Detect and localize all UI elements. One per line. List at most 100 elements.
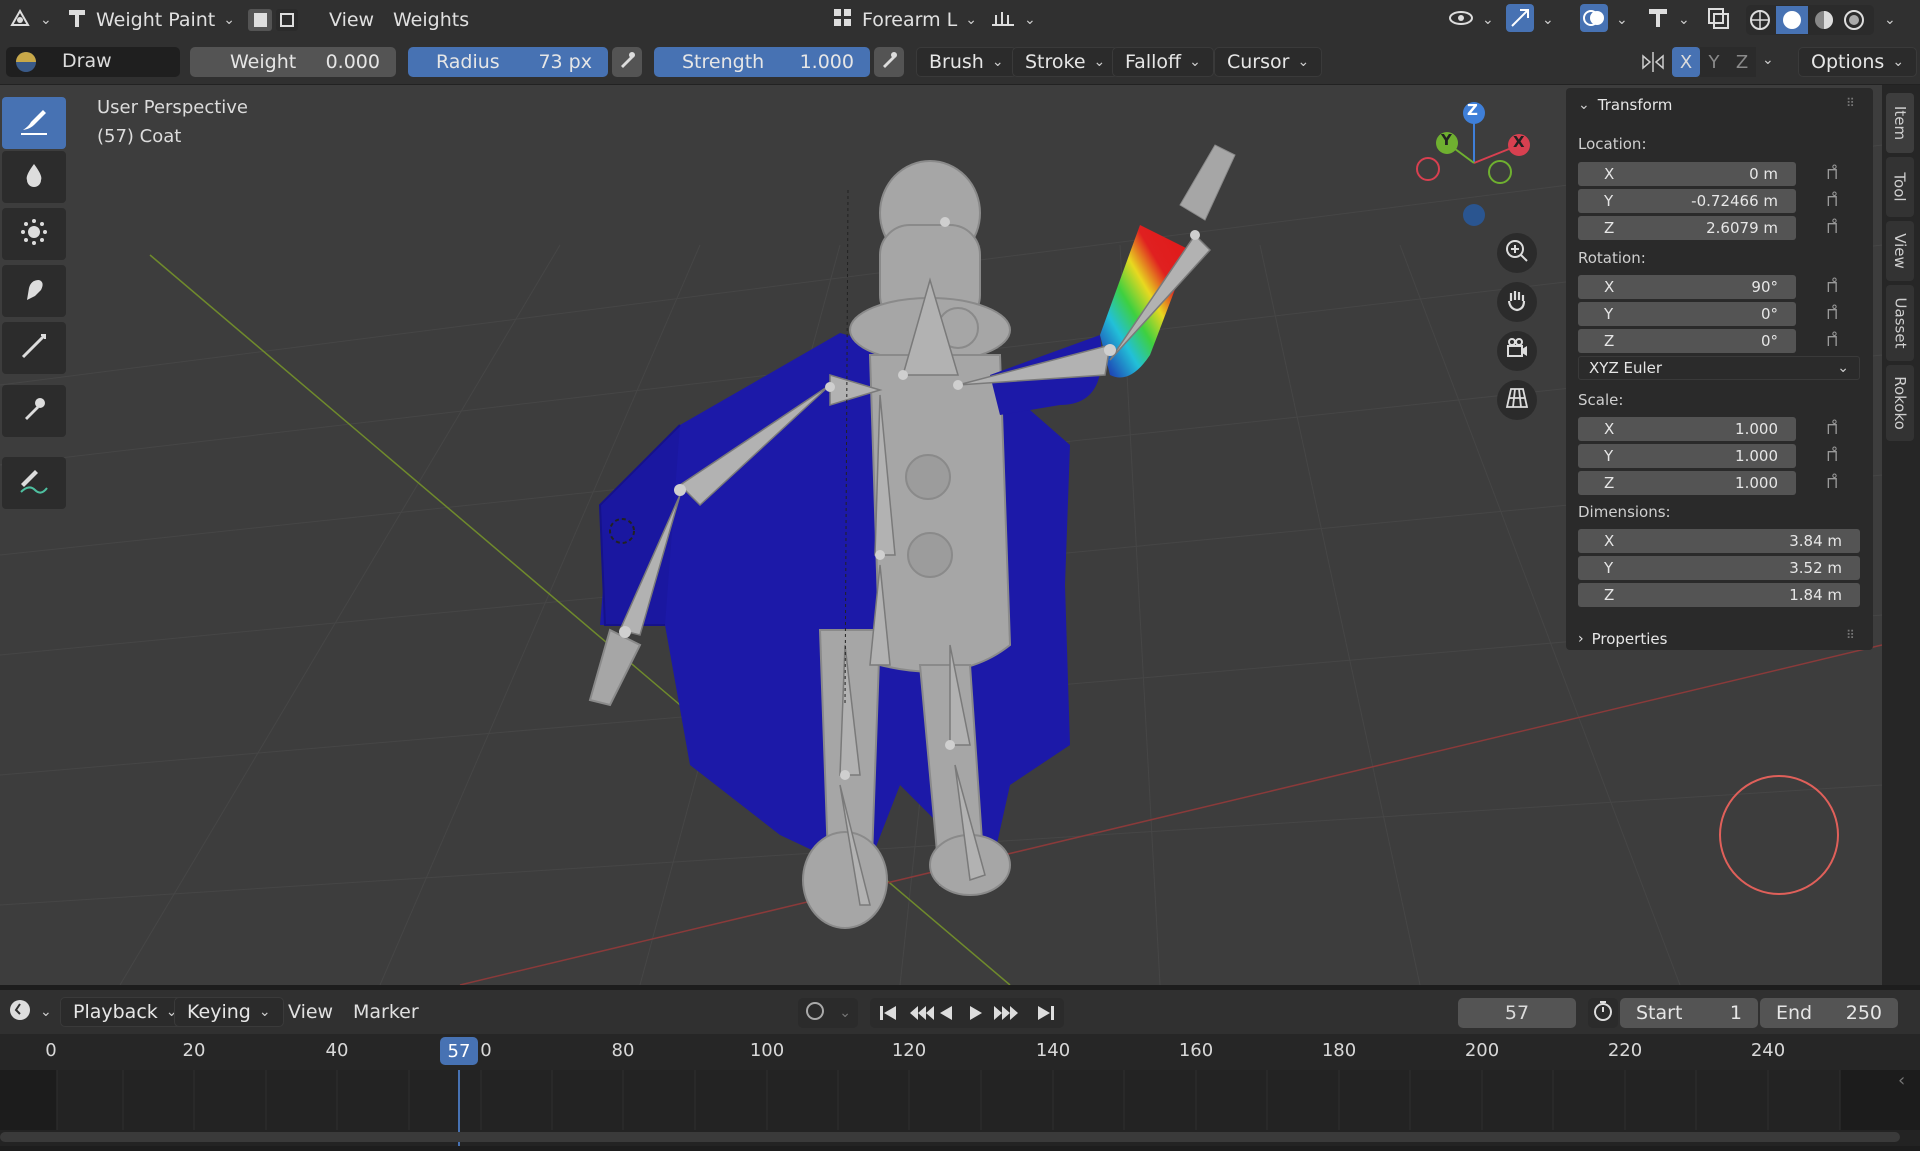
lock-icon[interactable]: ⊓̊	[1826, 473, 1838, 492]
blur-tool[interactable]	[2, 151, 66, 203]
tool-settings-bar: Draw Weight 0.000 Radius 73 px Strength …	[0, 40, 1920, 85]
radius-label: Radius	[436, 51, 500, 73]
transform-panel-header[interactable]: ⌄ Transform	[1578, 96, 1672, 114]
jump-to-keyframe-back-button[interactable]	[902, 998, 936, 1028]
strength-field[interactable]: Strength 1.000	[654, 47, 870, 77]
dimension-z-field[interactable]: Z 1.84 m	[1578, 583, 1860, 607]
timeline-menu-view[interactable]: View	[288, 996, 333, 1028]
timeline-ruler[interactable]: 0 20 40 0 80 100 120 140 160 180 200 220…	[0, 1034, 1920, 1070]
gizmo-toggle[interactable]: ⌄	[1506, 3, 1554, 36]
brush-selector[interactable]: Draw	[6, 47, 180, 77]
menu-view[interactable]: View	[329, 4, 374, 36]
location-z-field[interactable]: Z 2.6079 m	[1578, 216, 1796, 240]
play-reverse-button[interactable]	[938, 998, 968, 1028]
tab-view[interactable]: View	[1886, 221, 1914, 281]
pan-button[interactable]	[1497, 282, 1537, 322]
falloff-menu[interactable]: Falloff ⌄	[1112, 47, 1214, 77]
lock-icon[interactable]: ⊓̊	[1826, 446, 1838, 465]
tab-tool[interactable]: Tool	[1886, 157, 1914, 217]
lock-icon[interactable]: ⊓̊	[1826, 218, 1838, 237]
dimension-y-field[interactable]: Y 3.52 m	[1578, 556, 1860, 580]
start-frame-field[interactable]: Start 1	[1620, 998, 1758, 1028]
lock-icon[interactable]: ⊓̊	[1826, 191, 1838, 210]
chevron-down-icon: ⌄	[1482, 12, 1494, 28]
ruler-tick: 120	[891, 1040, 927, 1061]
overlay-toggle[interactable]: ⌄	[1580, 3, 1628, 36]
brush-icon	[17, 104, 51, 143]
cursor-menu[interactable]: Cursor ⌄	[1214, 47, 1323, 77]
stroke-menu[interactable]: Stroke ⌄	[1012, 47, 1119, 77]
weight-field[interactable]: Weight 0.000	[190, 47, 396, 77]
timeline-track-area[interactable]: ‹	[0, 1070, 1920, 1146]
jump-to-keyframe-forward-button[interactable]	[998, 998, 1032, 1028]
rotation-z-field[interactable]: Z 0°	[1578, 329, 1796, 353]
properties-panel-header[interactable]: › Properties	[1578, 630, 1667, 648]
scale-x-field[interactable]: X 1.000	[1578, 417, 1796, 441]
location-x-field[interactable]: X 0 m	[1578, 162, 1796, 186]
zoom-button[interactable]	[1497, 233, 1537, 273]
vertex-group-selector[interactable]: Forearm L ⌄	[832, 4, 977, 36]
playback-menu[interactable]: Playback ⌄	[60, 997, 191, 1027]
mirror-y-toggle[interactable]: Y	[1700, 47, 1728, 77]
location-y-field[interactable]: Y -0.72466 m	[1578, 189, 1796, 213]
menu-weights[interactable]: Weights	[393, 4, 469, 36]
dimension-x-field[interactable]: X 3.84 m	[1578, 529, 1860, 553]
lock-icon[interactable]: ⊓̊	[1826, 304, 1838, 323]
drag-handle-icon[interactable]: ⠿	[1846, 96, 1855, 110]
chevron-down-icon: ⌄	[40, 12, 52, 28]
axis-label: Y	[1604, 559, 1614, 577]
lock-icon[interactable]: ⊓̊	[1826, 277, 1838, 296]
brush-menu[interactable]: Brush ⌄	[916, 47, 1017, 77]
perspective-toggle-button[interactable]	[1497, 380, 1537, 420]
keying-menu[interactable]: Keying ⌄	[174, 997, 284, 1027]
xray-toggle[interactable]	[1706, 4, 1730, 36]
mode-selector[interactable]: Weight Paint ⌄	[66, 4, 235, 36]
drag-handle-icon[interactable]: ⠿	[1846, 628, 1855, 642]
strength-pressure-button[interactable]	[874, 47, 904, 77]
timeline-editor-type[interactable]: ⌄	[8, 996, 52, 1028]
draw-brush-tool[interactable]	[2, 97, 66, 149]
rotation-mode-select[interactable]: XYZ Euler ⌄	[1578, 356, 1860, 380]
bone-overlay-toggle[interactable]: ⌄	[1646, 4, 1690, 36]
editor-type-button[interactable]: ⌄	[8, 4, 52, 36]
play-button[interactable]	[968, 998, 998, 1028]
lock-icon[interactable]: ⊓̊	[1826, 331, 1838, 350]
gradient-tool[interactable]	[2, 322, 66, 374]
scale-y-field[interactable]: Y 1.000	[1578, 444, 1796, 468]
auto-keying-toggle[interactable]: ⌄	[798, 998, 858, 1028]
lock-icon[interactable]: ⊓̊	[1826, 164, 1838, 183]
scale-z-field[interactable]: Z 1.000	[1578, 471, 1796, 495]
chevron-left-icon[interactable]: ‹	[1898, 1070, 1905, 1091]
tab-item[interactable]: Item	[1886, 93, 1914, 153]
timeline-menu-marker[interactable]: Marker	[353, 996, 419, 1028]
jump-to-start-button[interactable]	[870, 998, 900, 1028]
current-frame-field[interactable]: 57	[1458, 998, 1576, 1028]
smear-tool[interactable]	[2, 265, 66, 317]
rotation-y-field[interactable]: Y 0°	[1578, 302, 1796, 326]
rotation-x-field[interactable]: X 90°	[1578, 275, 1796, 299]
radius-pressure-button[interactable]	[612, 47, 642, 77]
armature-icon	[1646, 6, 1670, 35]
annotate-tool[interactable]	[2, 457, 66, 509]
tab-rokoko[interactable]: Rokoko	[1886, 365, 1914, 441]
sample-weight-tool[interactable]	[2, 385, 66, 437]
lock-icon[interactable]: ⊓̊	[1826, 419, 1838, 438]
camera-view-button[interactable]	[1497, 331, 1537, 371]
jump-to-end-button[interactable]	[1034, 998, 1064, 1028]
visibility-button[interactable]: ⌄	[1448, 4, 1494, 36]
end-frame-field[interactable]: End 250	[1760, 998, 1898, 1028]
mirror-x-toggle[interactable]: X	[1672, 47, 1700, 77]
preview-range-toggle[interactable]	[1588, 998, 1618, 1028]
shading-mode-buttons[interactable]: ⌄	[1746, 4, 1896, 36]
mask-toggle-buttons[interactable]	[246, 4, 300, 36]
tab-uasset[interactable]: Uasset	[1886, 285, 1914, 361]
navigation-gizmo[interactable]	[1416, 102, 1530, 226]
average-tool[interactable]	[2, 208, 66, 260]
mirror-z-toggle[interactable]: Z	[1728, 47, 1756, 77]
options-menu[interactable]: Options ⌄	[1798, 47, 1918, 77]
symmetry-button[interactable]: ⌄	[990, 4, 1036, 36]
radius-field[interactable]: Radius 73 px	[408, 47, 608, 77]
timeline-grid	[0, 1070, 1920, 1146]
playhead-frame-label[interactable]: 57	[440, 1037, 478, 1065]
axis-label: Y	[1604, 447, 1614, 465]
